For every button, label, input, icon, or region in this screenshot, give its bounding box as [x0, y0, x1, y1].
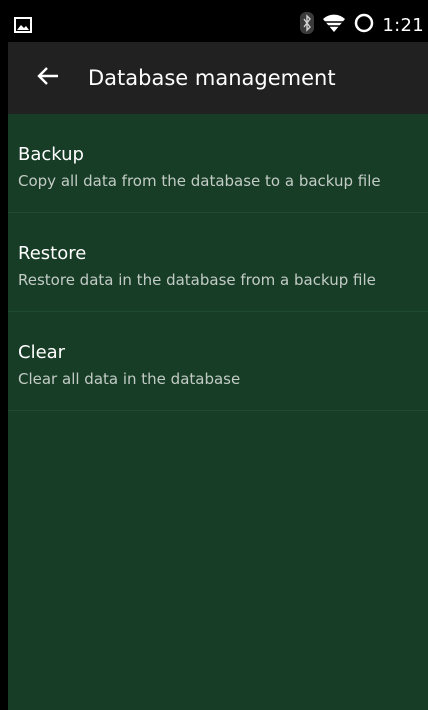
page-title: Database management [88, 66, 336, 90]
status-time: 1:21 [382, 14, 424, 36]
backup-summary: Copy all data from the database to a bac… [18, 172, 381, 190]
restore-title: Restore [18, 243, 87, 264]
arrow-back-icon [36, 64, 60, 92]
preference-list: Backup Copy all data from the database t… [8, 114, 428, 710]
clear-title: Clear [18, 342, 66, 363]
app-bar: Database management [8, 42, 428, 114]
status-icons: 1:21 [300, 8, 424, 42]
restore-preference[interactable]: Restore Restore data in the database fro… [8, 213, 428, 312]
back-button[interactable] [22, 42, 74, 114]
wifi-icon [322, 13, 346, 37]
screen: 1:21 Database management Backup Copy all… [0, 0, 428, 710]
battery-icon [354, 13, 374, 37]
clear-preference[interactable]: Clear Clear all data in the database [8, 312, 428, 411]
clear-summary: Clear all data in the database [18, 370, 241, 388]
bluetooth-icon [300, 12, 315, 38]
backup-preference[interactable]: Backup Copy all data from the database t… [8, 114, 428, 213]
backup-title: Backup [18, 144, 84, 165]
status-bar: 1:21 [8, 8, 428, 42]
restore-summary: Restore data in the database from a back… [18, 271, 376, 289]
image-notification-icon [14, 16, 32, 34]
